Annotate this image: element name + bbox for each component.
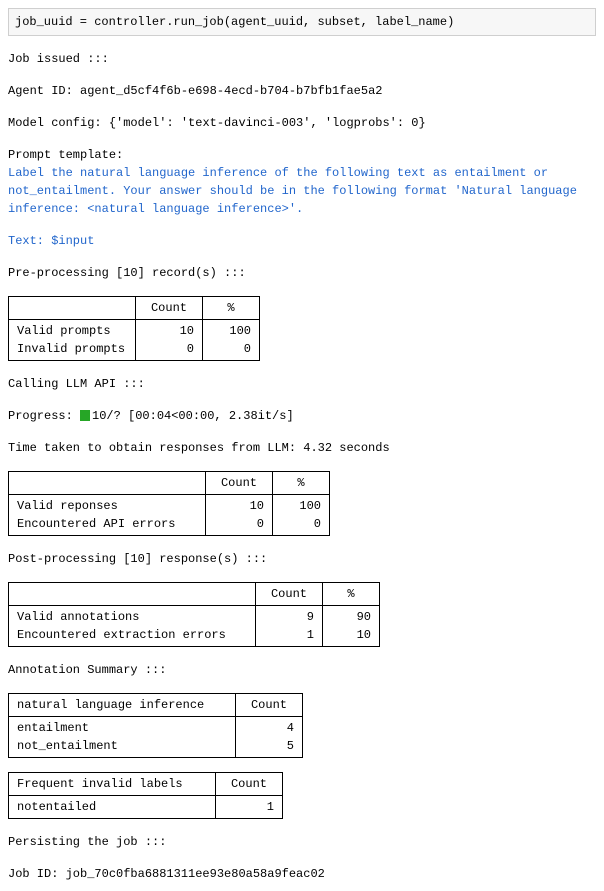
prompt-text-line: Text: $input xyxy=(8,232,596,250)
cell: 0 xyxy=(257,517,264,531)
code-cell: job_uuid = controller.run_job(agent_uuid… xyxy=(8,8,596,36)
resp-pcts: 100 0 xyxy=(273,495,330,536)
calling-header: Calling LLM API ::: xyxy=(8,375,596,393)
cell: 9 xyxy=(307,610,314,624)
col-label: natural language inference xyxy=(9,694,236,717)
cell: 90 xyxy=(357,610,371,624)
resp-counts: 10 0 xyxy=(206,495,273,536)
table-row: Valid prompts Invalid prompts 10 0 100 0 xyxy=(9,320,260,361)
model-config-label: Model config: xyxy=(8,116,109,130)
persist-header: Persisting the job ::: xyxy=(8,833,596,851)
col-count: Count xyxy=(216,773,283,796)
preproc-counts: 10 0 xyxy=(136,320,203,361)
prompt-template-text: Label the natural language inference of … xyxy=(8,164,596,218)
preproc-labels: Valid prompts Invalid prompts xyxy=(9,320,136,361)
cell: 1 xyxy=(216,796,283,819)
table-header-row: Count % xyxy=(9,583,380,606)
cell: 0 xyxy=(314,517,321,531)
cell: 5 xyxy=(287,739,294,753)
table-row: entailment not_entailment 4 5 xyxy=(9,717,303,758)
cell: 10 xyxy=(357,628,371,642)
ann-labels: entailment not_entailment xyxy=(9,717,236,758)
ann-counts: 4 5 xyxy=(236,717,303,758)
model-config-value: {'model': 'text-davinci-003', 'logprobs'… xyxy=(109,116,426,130)
agent-id-line: Agent ID: agent_d5cf4f6b-e698-4ecd-b704-… xyxy=(8,82,596,100)
col-count: Count xyxy=(236,694,303,717)
postproc-header: Post-processing [10] response(s) ::: xyxy=(8,550,596,568)
annotation-summary-header: Annotation Summary ::: xyxy=(8,661,596,679)
prompt-template-block: Prompt template: Label the natural langu… xyxy=(8,146,596,250)
responses-table: Count % Valid reponses Encountered API e… xyxy=(8,471,330,536)
model-config-line: Model config: {'model': 'text-davinci-00… xyxy=(8,114,596,132)
cell: 100 xyxy=(299,499,321,513)
preproc-pcts: 100 0 xyxy=(203,320,260,361)
agent-id-label: Agent ID: xyxy=(8,84,80,98)
col-blank xyxy=(9,583,256,606)
col-count: Count xyxy=(136,297,203,320)
prompt-template-label: Prompt template: xyxy=(8,146,596,164)
cell: 10 xyxy=(180,324,194,338)
col-label: Frequent invalid labels xyxy=(9,773,216,796)
table-row: Valid reponses Encountered API errors 10… xyxy=(9,495,330,536)
col-count: Count xyxy=(206,472,273,495)
agent-id-value: agent_d5cf4f6b-e698-4ecd-b704-b7bfb1fae5… xyxy=(80,84,382,98)
row-label: Invalid prompts xyxy=(17,342,125,356)
cell: 1 xyxy=(307,628,314,642)
row-label: not_entailment xyxy=(17,739,118,753)
resp-labels: Valid reponses Encountered API errors xyxy=(9,495,206,536)
col-count: Count xyxy=(256,583,323,606)
table-header-row: Count % xyxy=(9,297,260,320)
col-blank xyxy=(9,472,206,495)
row-label: notentailed xyxy=(9,796,216,819)
progress-text: 10/? [00:04<00:00, 2.38it/s] xyxy=(92,409,294,423)
cell: 0 xyxy=(187,342,194,356)
job-id-label: Job ID: xyxy=(8,867,66,881)
cell: 10 xyxy=(250,499,264,513)
postproc-table: Count % Valid annotations Encountered ex… xyxy=(8,582,380,647)
code-line: job_uuid = controller.run_job(agent_uuid… xyxy=(15,15,454,29)
job-id-line: Job ID: job_70c0fba6881311ee93e80a58a9fe… xyxy=(8,865,596,883)
col-pct: % xyxy=(203,297,260,320)
col-pct: % xyxy=(323,583,380,606)
cell: 0 xyxy=(244,342,251,356)
row-label: Valid reponses xyxy=(17,499,118,513)
progress-bar-icon xyxy=(80,410,90,421)
progress-label: Progress: xyxy=(8,409,80,423)
table-header-row: Frequent invalid labels Count xyxy=(9,773,283,796)
job-issued-header: Job issued ::: xyxy=(8,50,596,68)
invalid-labels-table: Frequent invalid labels Count notentaile… xyxy=(8,772,283,819)
row-label: entailment xyxy=(17,721,89,735)
row-label: Valid annotations xyxy=(17,610,139,624)
table-row: notentailed 1 xyxy=(9,796,283,819)
col-blank xyxy=(9,297,136,320)
row-label: Valid prompts xyxy=(17,324,111,338)
preproc-header: Pre-processing [10] record(s) ::: xyxy=(8,264,596,282)
table-header-row: Count % xyxy=(9,472,330,495)
row-label: Encountered API errors xyxy=(17,517,175,531)
progress-line: Progress: 10/? [00:04<00:00, 2.38it/s] xyxy=(8,407,596,425)
annotation-table: natural language inference Count entailm… xyxy=(8,693,303,758)
row-label: Encountered extraction errors xyxy=(17,628,226,642)
preproc-table: Count % Valid prompts Invalid prompts 10… xyxy=(8,296,260,361)
post-labels: Valid annotations Encountered extraction… xyxy=(9,606,256,647)
table-header-row: natural language inference Count xyxy=(9,694,303,717)
post-pcts: 90 10 xyxy=(323,606,380,647)
cell: 100 xyxy=(229,324,251,338)
post-counts: 9 1 xyxy=(256,606,323,647)
cell: 4 xyxy=(287,721,294,735)
job-id-value: job_70c0fba6881311ee93e80a58a9feac02 xyxy=(66,867,325,881)
time-taken-line: Time taken to obtain responses from LLM:… xyxy=(8,439,596,457)
table-row: Valid annotations Encountered extraction… xyxy=(9,606,380,647)
col-pct: % xyxy=(273,472,330,495)
